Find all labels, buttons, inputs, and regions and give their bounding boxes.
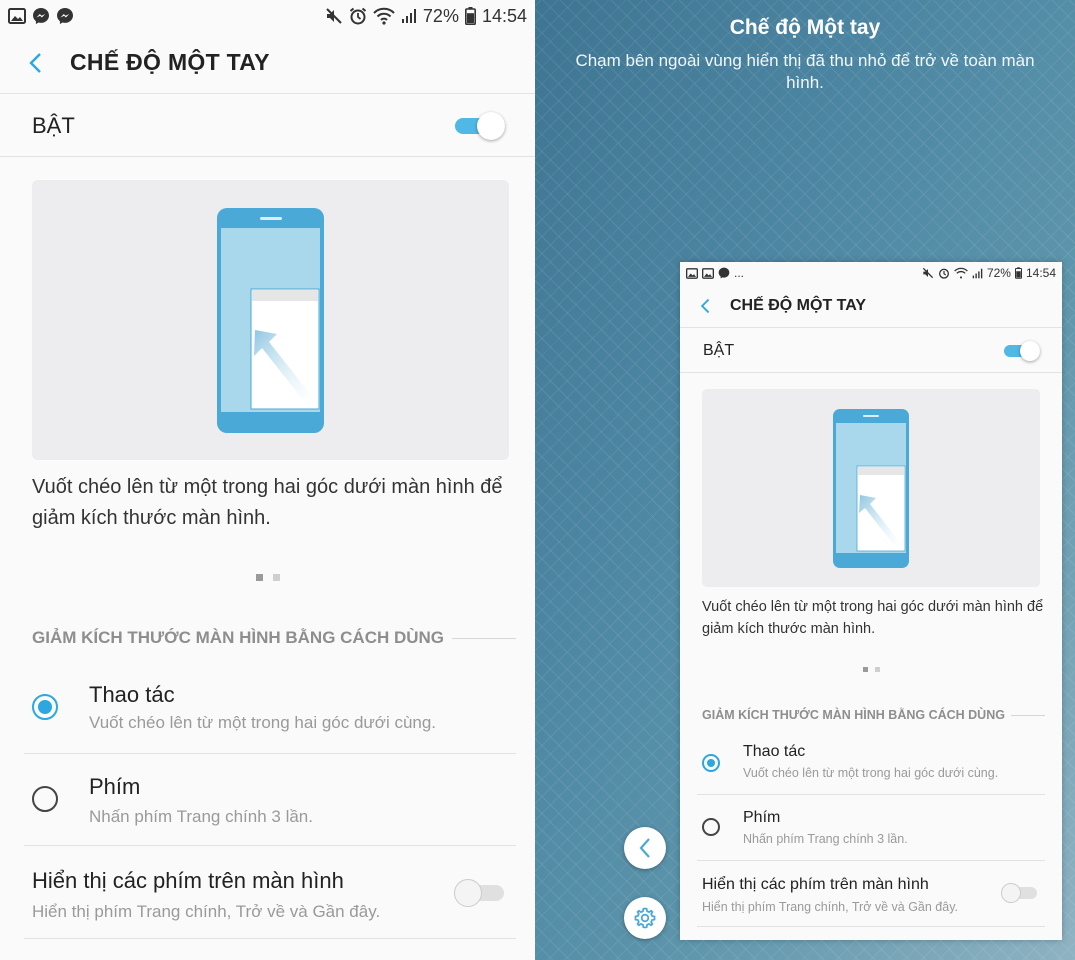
radio-key[interactable] — [32, 786, 58, 812]
mini-option-gesture-title: Thao tác — [743, 743, 806, 760]
page-dot-active — [862, 667, 868, 672]
mini-master-switch-label: BẬT — [703, 341, 735, 359]
onscreen-keys-toggle[interactable] — [454, 879, 504, 907]
gallery-icon — [8, 8, 26, 24]
overlay-title: Chế độ Một tay — [729, 16, 881, 39]
option-key-title: Phím — [89, 774, 141, 799]
onscreen-keys-subtitle: Hiển thị phím Trang chính, Trở về và Gần… — [32, 902, 381, 921]
mini-status-bar: ... 72% 14:54 — [680, 262, 1062, 284]
mini-page-indicator — [680, 667, 1062, 672]
overlay-back-button[interactable] — [624, 827, 666, 869]
page-title: CHẾ ĐỘ MỘT TAY — [70, 49, 270, 75]
page-dot-active — [255, 574, 263, 581]
wifi-icon — [954, 267, 968, 279]
onscreen-keys-row[interactable]: Hiển thị các phím trên màn hình Hiển thị… — [32, 862, 510, 934]
mute-icon — [325, 7, 343, 25]
battery-icon — [1014, 267, 1022, 279]
mini-master-toggle[interactable] — [1004, 340, 1040, 361]
divider — [697, 926, 1045, 927]
messenger-icon — [718, 267, 730, 279]
page-indicator — [0, 574, 535, 581]
gallery-icon — [686, 267, 698, 279]
radio-gesture[interactable] — [32, 694, 58, 720]
settings-screen: 72% 14:54 CHẾ ĐỘ MỘT TAY BẬT Vuốt chéo l… — [0, 0, 535, 960]
section-divider — [452, 637, 516, 639]
app-bar: CHẾ ĐỘ MỘT TAY — [0, 32, 535, 94]
notification-icons — [8, 7, 74, 25]
onscreen-keys-title: Hiển thị các phím trên màn hình — [32, 868, 344, 893]
mini-back-button[interactable] — [680, 284, 730, 328]
illustration-caption: Vuốt chéo lên từ một trong hai góc dưới … — [32, 476, 503, 529]
mini-section-header-label: GIẢM KÍCH THƯỚC MÀN HÌNH BẰNG CÁCH DÙNG — [702, 708, 1005, 722]
mini-battery-percent: 72% — [986, 266, 1011, 280]
divider — [697, 794, 1045, 795]
option-gesture[interactable]: Thao tác Vuốt chéo lên từ một trong hai … — [24, 674, 516, 754]
more-notifications: ... — [734, 266, 745, 280]
divider — [24, 938, 516, 939]
overlay-settings-button[interactable] — [624, 897, 666, 939]
mini-radio-gesture[interactable] — [702, 754, 720, 772]
mini-notification-icons: ... — [686, 266, 744, 280]
mini-illustration-caption: Vuốt chéo lên từ một trong hai góc dưới … — [702, 599, 1044, 637]
alarm-icon — [349, 7, 367, 25]
mini-page-title: CHẾ ĐỘ MỘT TAY — [730, 296, 867, 314]
mini-illustration-card[interactable] — [702, 389, 1040, 587]
option-gesture-title: Thao tác — [89, 682, 175, 707]
mini-option-key-subtitle: Nhấn phím Trang chính 3 lần. — [743, 832, 908, 846]
chevron-left-icon — [639, 838, 650, 858]
one-hand-mode-screen[interactable]: Chế độ Một tay Chạm bên ngoài vùng hiển … — [535, 0, 1075, 960]
signal-icon — [972, 268, 983, 279]
master-toggle[interactable] — [455, 111, 505, 140]
page-dot — [272, 574, 280, 581]
mini-clock: 14:54 — [1025, 266, 1056, 280]
illustration-card[interactable] — [32, 180, 509, 460]
battery-percent: 72% — [422, 5, 459, 26]
mini-section-header: GIẢM KÍCH THƯỚC MÀN HÌNH BẰNG CÁCH DÙNG — [702, 708, 1045, 722]
page-dot — [874, 667, 880, 672]
gallery-icon — [702, 267, 714, 279]
section-divider — [1010, 714, 1045, 716]
phone-illustration — [833, 409, 909, 568]
mini-onscreen-keys-row[interactable]: Hiển thị các phím trên màn hình Hiển thị… — [702, 874, 1037, 924]
clock: 14:54 — [481, 5, 527, 26]
mini-option-gesture-subtitle: Vuốt chéo lên từ một trong hai góc dưới … — [743, 766, 999, 780]
messenger-icon — [32, 7, 50, 25]
back-button[interactable] — [0, 32, 70, 94]
signal-icon — [401, 8, 417, 24]
mini-radio-key[interactable] — [702, 818, 720, 836]
option-key-subtitle: Nhấn phím Trang chính 3 lần. — [89, 807, 313, 826]
overlay-subtitle: Chạm bên ngoài vùng hiển thị đã thu nhỏ … — [575, 51, 1035, 92]
shrunk-screen[interactable]: ... 72% 14:54 CHẾ ĐỘ MỘT TAY BẬT Vuốt ch… — [680, 262, 1062, 940]
mute-icon — [922, 267, 934, 279]
option-key[interactable]: Phím Nhấn phím Trang chính 3 lần. — [24, 766, 516, 846]
mini-system-indicators: 72% 14:54 — [922, 266, 1056, 280]
status-bar: 72% 14:54 — [0, 0, 535, 32]
mini-option-key[interactable]: Phím Nhấn phím Trang chính 3 lần. — [697, 806, 1045, 862]
master-switch-row[interactable]: BẬT — [0, 95, 535, 157]
battery-icon — [464, 7, 476, 25]
mini-option-key-title: Phím — [743, 809, 781, 826]
gear-icon — [634, 907, 656, 929]
mini-app-bar: CHẾ ĐỘ MỘT TAY — [680, 284, 1062, 328]
mini-option-gesture[interactable]: Thao tác Vuốt chéo lên từ một trong hai … — [697, 740, 1045, 796]
phone-illustration — [217, 208, 324, 433]
wifi-icon — [373, 7, 395, 25]
mini-onscreen-keys-title: Hiển thị các phím trên màn hình — [702, 876, 929, 893]
option-gesture-subtitle: Vuốt chéo lên từ một trong hai góc dưới … — [89, 713, 437, 732]
section-header: GIẢM KÍCH THƯỚC MÀN HÌNH BẰNG CÁCH DÙNG — [32, 628, 516, 648]
chevron-left-icon — [700, 298, 710, 313]
mini-onscreen-keys-toggle[interactable] — [1001, 883, 1037, 903]
messenger-icon — [56, 7, 74, 25]
divider — [697, 860, 1045, 861]
section-header-label: GIẢM KÍCH THƯỚC MÀN HÌNH BẰNG CÁCH DÙNG — [32, 628, 445, 647]
mini-master-switch-row[interactable]: BẬT — [680, 329, 1062, 373]
chevron-left-icon — [29, 52, 41, 73]
alarm-icon — [938, 267, 950, 279]
system-indicators: 72% 14:54 — [325, 6, 527, 27]
master-switch-label: BẬT — [32, 112, 75, 138]
divider — [24, 753, 516, 754]
mini-onscreen-keys-subtitle: Hiển thị phím Trang chính, Trở về và Gần… — [702, 900, 959, 914]
divider — [24, 845, 516, 846]
